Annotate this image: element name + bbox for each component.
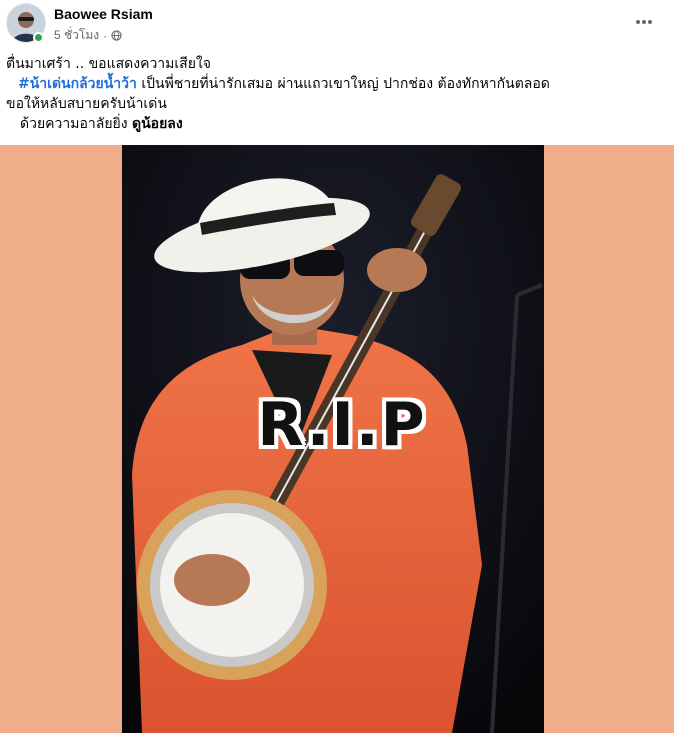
rip-overlay-text: R.I.P — [257, 390, 427, 460]
online-status-indicator — [33, 32, 44, 43]
caption-line-4-text: ด้วยความอาลัยยิ่ง — [20, 116, 133, 132]
caption-line-2: #น้าเด่นกล้วยน้ำว้า เป็นพี่ชายที่น่ารักเ… — [6, 74, 666, 94]
more-horizontal-icon — [636, 20, 652, 24]
facebook-post: Baowee Rsiam 5 ชั่วโมง · ตื่นมาเศร้า .. … — [0, 0, 674, 733]
more-options-button[interactable] — [630, 8, 658, 36]
meta-separator: · — [103, 28, 108, 43]
author-name[interactable]: Baowee Rsiam — [54, 6, 153, 22]
post-meta: 5 ชั่วโมง · — [54, 26, 122, 45]
hashtag-link[interactable]: #น้าเด่นกล้วยน้ำว้า — [18, 76, 137, 92]
caption-line-3: ขอให้หลับสบายครับน้าเด่น — [6, 96, 167, 112]
see-less-link[interactable]: ดูน้อยลง — [132, 116, 183, 132]
globe-icon[interactable] — [111, 30, 122, 41]
post-photo[interactable]: R.I.P — [0, 145, 674, 733]
caption-line-1: ตื่นมาเศร้า .. ขอแสดงความเสียใจ — [6, 56, 211, 72]
post-timestamp[interactable]: 5 ชั่วโมง — [54, 26, 99, 45]
caption-line-4: ด้วยความอาลัยยิ่ง ดูน้อยลง — [6, 114, 666, 134]
post-caption: ตื่นมาเศร้า .. ขอแสดงความเสียใจ #น้าเด่น… — [6, 54, 666, 134]
photo-frame: R.I.P — [122, 145, 544, 733]
post-header: Baowee Rsiam 5 ชั่วโมง · — [0, 0, 674, 48]
caption-line-2-text: เป็นพี่ชายที่น่ารักเสมอ ผ่านแถวเขาใหญ่ ป… — [136, 76, 550, 92]
